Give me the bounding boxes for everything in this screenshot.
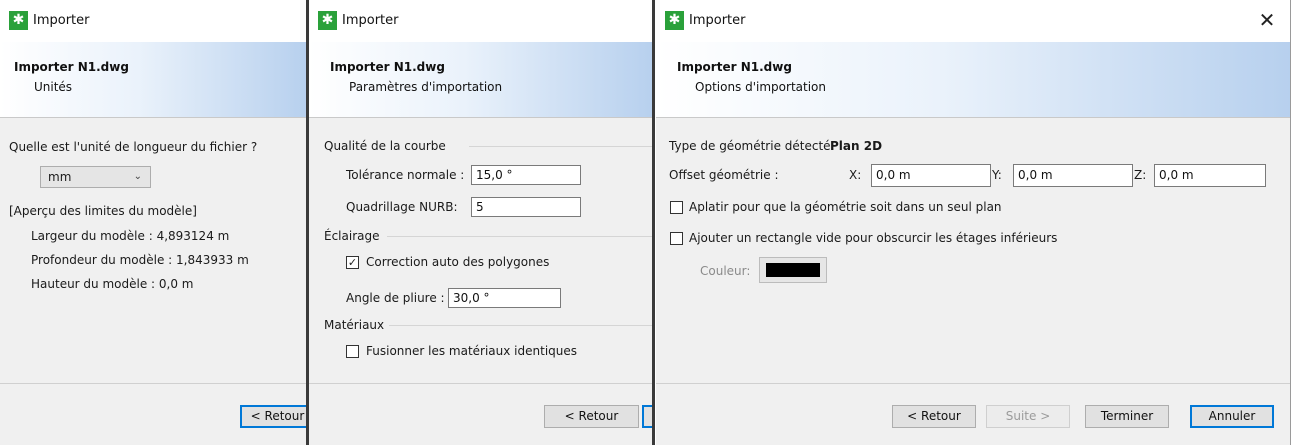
geometry-type-label: Type de géométrie détecté: — [669, 139, 835, 153]
wizard-footer: < Retour — [0, 383, 307, 445]
wizard-header: Importer N1.dwg Options d'importation — [656, 42, 1290, 118]
color-label: Couleur: — [700, 264, 751, 278]
next-button[interactable]: Suite > — [986, 405, 1070, 428]
unit-dropdown[interactable]: mm ⌄ — [40, 166, 151, 188]
header-file-name: Importer N1.dwg — [677, 60, 792, 74]
header-step-name: Options d'importation — [695, 80, 826, 94]
title-bar: ✱ Importer — [309, 0, 653, 42]
importer-dialog-import-settings: ✱ Importer Importer N1.dwg Paramètres d'… — [309, 0, 653, 445]
window-separator — [652, 0, 655, 445]
wizard-content: Type de géométrie détecté: Plan 2D Offse… — [656, 119, 1290, 383]
tolerance-input[interactable]: 15,0 ° — [471, 165, 581, 185]
importer-runner-icon: ✱ — [318, 11, 337, 30]
header-step-name: Paramètres d'importation — [349, 80, 503, 94]
finish-button[interactable]: Terminer — [1085, 405, 1169, 428]
title-bar: ✱ Importer — [0, 0, 307, 42]
color-swatch — [766, 263, 820, 277]
flatten-checkbox[interactable] — [670, 201, 683, 214]
merge-materials-label: Fusionner les matériaux identiques — [366, 344, 578, 358]
offset-y-label: Y: — [992, 168, 1002, 182]
geometry-offset-label: Offset géométrie : — [669, 168, 779, 182]
back-button[interactable]: < Retour — [240, 405, 307, 428]
offset-x-input[interactable]: 0,0 m — [871, 164, 991, 187]
header-step-name: Unités — [34, 80, 73, 94]
fold-angle-input[interactable]: 30,0 ° — [448, 288, 561, 308]
back-button[interactable]: < Retour — [544, 405, 639, 428]
curve-quality-group-label: Qualité de la courbe — [324, 139, 446, 153]
group-divider — [387, 236, 653, 237]
importer-dialog-import-options: ✱ Importer ✕ Importer N1.dwg Options d'i… — [656, 0, 1291, 445]
model-depth-label: Profondeur du modèle : 1,843933 m — [31, 253, 249, 267]
flatten-label: Aplatir pour que la géométrie soit dans … — [689, 200, 1002, 214]
offset-z-label: Z: — [1134, 168, 1147, 182]
header-file-name: Importer N1.dwg — [14, 60, 129, 74]
empty-rectangle-label: Ajouter un rectangle vide pour obscurcir… — [689, 231, 1058, 245]
importer-dialog-units: ✱ Importer Importer N1.dwg Unités Quelle… — [0, 0, 307, 445]
close-icon[interactable]: ✕ — [1254, 7, 1280, 33]
window-title: Importer — [33, 13, 90, 28]
wizard-content: Quelle est l'unité de longueur du fichie… — [0, 119, 307, 383]
importer-runner-icon: ✱ — [665, 11, 684, 30]
tolerance-label: Tolérance normale : — [346, 168, 465, 182]
group-divider — [469, 146, 653, 147]
wizard-footer: < Retour Suite > Terminer Annuler — [656, 383, 1290, 445]
header-file-name: Importer N1.dwg — [330, 60, 445, 74]
group-divider — [389, 325, 653, 326]
importer-runner-icon: ✱ — [9, 11, 28, 30]
wizard-header: Importer N1.dwg Paramètres d'importation — [309, 42, 653, 118]
materials-group-label: Matériaux — [324, 318, 385, 332]
window-title: Importer — [342, 13, 399, 28]
window-title: Importer — [689, 13, 746, 28]
nurb-grid-input[interactable]: 5 — [471, 197, 581, 217]
auto-correct-checkbox[interactable]: ✓ — [346, 256, 359, 269]
merge-materials-checkbox[interactable] — [346, 345, 359, 358]
offset-z-input[interactable]: 0,0 m — [1154, 164, 1266, 187]
color-swatch-button[interactable] — [759, 257, 827, 283]
model-limits-header: [Aperçu des limites du modèle] — [9, 204, 197, 218]
chevron-down-icon: ⌄ — [133, 171, 142, 182]
model-width-label: Largeur du modèle : 4,893124 m — [31, 229, 230, 243]
fold-angle-label: Angle de pliure : — [346, 291, 445, 305]
offset-x-label: X: — [849, 168, 862, 182]
unit-question-label: Quelle est l'unité de longueur du fichie… — [9, 140, 258, 154]
wizard-content: Qualité de la courbe Tolérance normale :… — [309, 119, 653, 383]
title-bar: ✱ Importer ✕ — [656, 0, 1290, 42]
model-height-label: Hauteur du modèle : 0,0 m — [31, 277, 194, 291]
offset-y-input[interactable]: 0,0 m — [1013, 164, 1133, 187]
lighting-group-label: Éclairage — [324, 229, 380, 243]
back-button[interactable]: < Retour — [892, 405, 976, 428]
wizard-footer: < Retour — [309, 383, 653, 445]
empty-rectangle-checkbox[interactable] — [670, 232, 683, 245]
wizard-header: Importer N1.dwg Unités — [0, 42, 307, 118]
nurb-grid-label: Quadrillage NURB: — [346, 200, 458, 214]
check-icon: ✓ — [347, 256, 358, 269]
auto-correct-label: Correction auto des polygones — [366, 255, 550, 269]
cancel-button[interactable]: Annuler — [1190, 405, 1274, 428]
unit-dropdown-value: mm — [48, 170, 72, 184]
geometry-type-value: Plan 2D — [830, 139, 883, 153]
